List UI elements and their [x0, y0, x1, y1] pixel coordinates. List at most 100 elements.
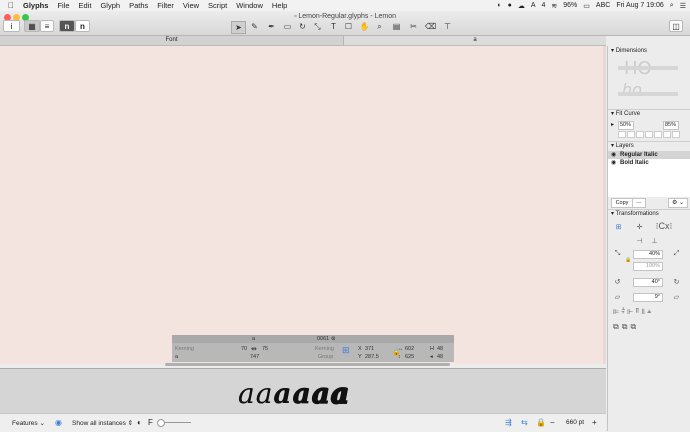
rotate-tool-icon[interactable]: ↻	[296, 21, 309, 32]
align-h-icon[interactable]: ⊣	[635, 236, 644, 245]
wifi-icon[interactable]: ≋	[551, 2, 557, 10]
edit-canvas[interactable]	[0, 46, 604, 364]
font-view-button[interactable]: ▦	[24, 20, 40, 32]
app-menu[interactable]: Glyphs	[23, 0, 48, 11]
fitcurve-btn-3[interactable]	[636, 131, 644, 138]
datetime[interactable]: Fri Aug 7 19:06	[616, 2, 663, 9]
transform-origin-grid-icon[interactable]: ⊞	[614, 222, 623, 231]
field-h-value[interactable]: 48	[437, 346, 443, 352]
info-close-icon[interactable]: ⊗	[331, 335, 336, 343]
menu-file[interactable]: File	[57, 0, 69, 11]
menu-window[interactable]: Window	[236, 0, 263, 11]
intersect-icon[interactable]: ⧉	[630, 322, 636, 332]
slant-left-icon[interactable]: ▱	[613, 292, 622, 301]
rsb-field[interactable]: 75	[262, 346, 268, 352]
fitcurve-btn-7[interactable]	[672, 131, 680, 138]
fitcurve-btn-1[interactable]	[618, 131, 626, 138]
eraser-tool-icon[interactable]: ⌫	[424, 21, 437, 32]
menu-script[interactable]: Script	[208, 0, 227, 11]
adobe-icon[interactable]: A	[531, 2, 536, 9]
align-center-icon[interactable]: ✛	[635, 222, 644, 231]
scale-lock-icon[interactable]: 🔒	[624, 255, 633, 264]
text-direction-icon[interactable]: ⇶	[505, 418, 512, 427]
knife-tool-icon[interactable]: ✂	[407, 21, 420, 32]
zoom-out-icon[interactable]: −	[550, 418, 555, 427]
scale-field-2[interactable]: 100%	[633, 262, 663, 271]
cloud-icon[interactable]: ☁	[518, 2, 525, 10]
layer-eye-icon[interactable]: ◉	[611, 151, 616, 159]
fitcurve-max-field[interactable]: 85%	[663, 121, 679, 130]
list-view-button[interactable]: ≡	[40, 20, 54, 32]
contrast-icon[interactable]: ◐	[137, 418, 142, 427]
fitcurve-btn-6[interactable]	[663, 131, 671, 138]
fitcurve-disclosure-icon[interactable]: ▸	[611, 121, 614, 128]
info-button[interactable]: i	[3, 20, 20, 32]
battery-icon[interactable]: ▭	[583, 2, 590, 10]
menu-glyph[interactable]: Glyph	[100, 0, 120, 11]
glyph-name-field[interactable]: a	[175, 354, 178, 360]
scale-down-icon[interactable]: ⤡	[613, 249, 622, 258]
scale-tool-icon[interactable]: ⤡	[311, 21, 324, 32]
layer-row-bold-italic[interactable]: ◉ Bold Italic	[608, 159, 690, 167]
metrics-link-icon[interactable]: ⇹	[251, 345, 257, 353]
transformations-header[interactable]: ▾ Transformations	[611, 210, 659, 217]
align-v-icon[interactable]: ⊥	[650, 236, 659, 245]
rotate-field[interactable]: 40°	[633, 278, 663, 287]
type-tool-icon[interactable]: ⊤	[441, 21, 454, 32]
tab-glyph-a[interactable]: a	[344, 36, 606, 45]
apple-menu-icon[interactable]: 	[8, 0, 14, 11]
measure-tool-icon[interactable]: ▤	[390, 21, 403, 32]
h-field[interactable]: 625	[405, 354, 414, 360]
text-tool-icon[interactable]: T	[327, 21, 340, 32]
align-right-icon[interactable]: ⊩	[627, 308, 633, 316]
layer-row-regular-italic[interactable]: ◉ Regular Italic	[608, 151, 690, 159]
layers-header[interactable]: ▾ Layers	[611, 142, 634, 149]
annotation-tool-icon[interactable]: ☐	[342, 21, 355, 32]
preview-view-button[interactable]: n	[75, 20, 90, 32]
width-field[interactable]: 747	[250, 354, 259, 360]
align-bottom-icon[interactable]: ⫨	[647, 308, 651, 316]
layer-copy-button[interactable]: Copy	[611, 198, 633, 208]
w-field[interactable]: 602	[405, 346, 414, 352]
rectangle-tool-icon[interactable]: ▭	[281, 21, 294, 32]
union-icon[interactable]: ⧉	[613, 322, 619, 332]
select-tool-icon[interactable]: ➤	[231, 21, 246, 34]
menu-paths[interactable]: Paths	[129, 0, 148, 11]
slant-right-icon[interactable]: ▱	[672, 292, 681, 301]
scale-up-icon[interactable]: ⤢	[672, 249, 681, 258]
fitcurve-min-field[interactable]: 50%	[618, 121, 634, 130]
align-left-icon[interactable]: ⊫	[613, 308, 619, 316]
search-icon[interactable]: ⌕	[670, 2, 674, 10]
lock-kerning-icon[interactable]: 🔒	[536, 418, 546, 427]
edit-view-button[interactable]: n	[59, 20, 75, 32]
fitcurve-btn-4[interactable]	[645, 131, 653, 138]
notification-icon[interactable]: ☰	[680, 2, 686, 10]
scale-field[interactable]: 40%	[633, 250, 663, 259]
cx-icon[interactable]: ⁝Cx⁝	[650, 221, 678, 231]
features-popup[interactable]: Features ⌄	[12, 419, 45, 427]
layer-more-button[interactable]: …	[632, 198, 646, 208]
horizontal-scrollbar[interactable]	[165, 363, 450, 366]
align-hcenter-icon[interactable]: ⫩	[621, 308, 625, 316]
dimensions-header[interactable]: ▾ Dimensions	[611, 47, 647, 54]
kerning-mode-icon[interactable]: ⇆	[521, 418, 528, 427]
hand-tool-icon[interactable]: ✋	[358, 21, 371, 32]
slant-field[interactable]: 9°	[633, 293, 663, 302]
tab-font[interactable]: Font	[0, 36, 344, 45]
eye-icon[interactable]: ◉	[55, 418, 62, 427]
align-vcenter-icon[interactable]: ⫫	[641, 308, 645, 316]
circle-icon[interactable]: ●	[508, 2, 512, 9]
transform-origin-icon[interactable]: ⊞	[342, 345, 350, 356]
menu-view[interactable]: View	[183, 0, 199, 11]
zoom-level[interactable]: 660 pt	[566, 419, 584, 426]
fitcurve-btn-5[interactable]	[654, 131, 662, 138]
lsb-field[interactable]: 70	[241, 346, 247, 352]
layer-eye-icon[interactable]: ◉	[611, 159, 616, 167]
rotate-ccw-icon[interactable]: ↺	[613, 277, 622, 286]
menu-help[interactable]: Help	[272, 0, 287, 11]
menu-filter[interactable]: Filter	[157, 0, 174, 11]
sidebar-toggle-button[interactable]: ◫	[669, 20, 683, 32]
subtract-icon[interactable]: ⧉	[622, 322, 628, 332]
menu-edit[interactable]: Edit	[79, 0, 92, 11]
rotate-cw-icon[interactable]: ↻	[672, 277, 681, 286]
